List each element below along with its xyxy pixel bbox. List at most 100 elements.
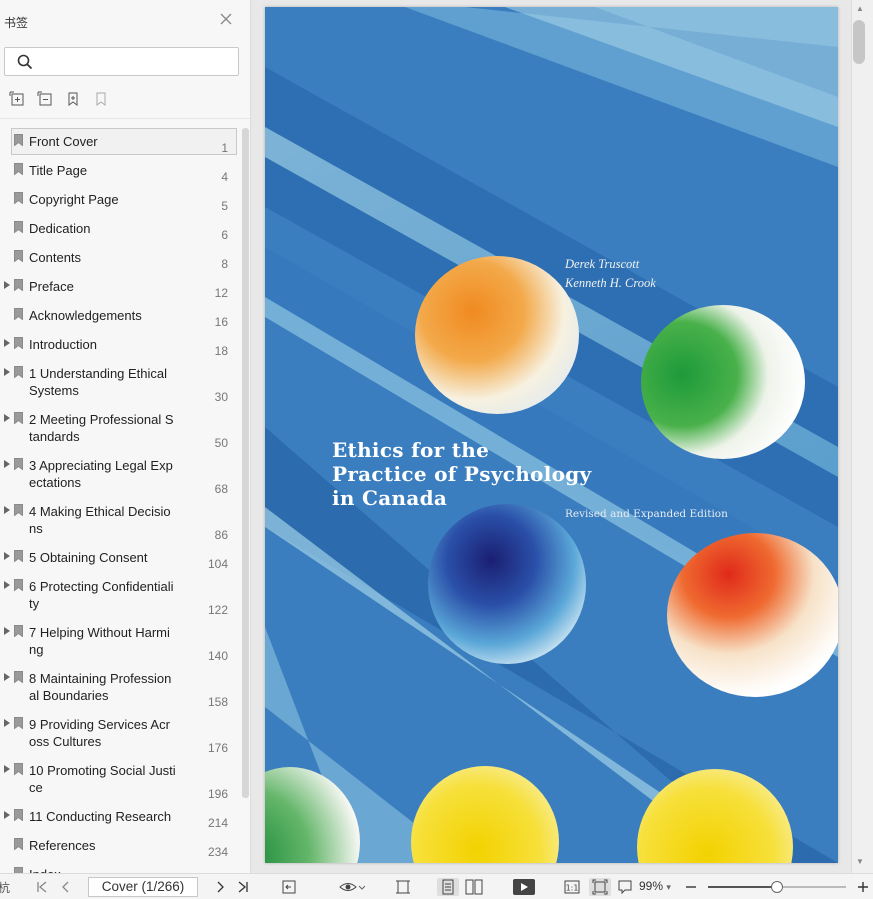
bookmark-item[interactable]: 11 Conducting Research 214 <box>0 803 240 832</box>
bookmark-label: 7 Helping Without Harmi ng <box>29 625 170 657</box>
bookmark-label: Acknowledgements <box>29 308 142 323</box>
zoom-tool-icon[interactable] <box>615 878 635 896</box>
bookmark-icon <box>14 163 23 175</box>
first-page-icon[interactable] <box>34 878 50 896</box>
remove-bookmark-icon[interactable] <box>92 90 110 108</box>
bookmark-item[interactable]: Copyright Page 5 <box>0 186 240 215</box>
actual-size-icon[interactable]: 1:1 <box>563 878 581 896</box>
bookmark-search-input[interactable] <box>41 52 231 72</box>
bookmark-search-box[interactable] <box>4 47 239 76</box>
bookmark-item[interactable]: Contents 8 <box>0 244 240 273</box>
bookmark-item[interactable]: 10 Promoting Social Justi ce 196 <box>0 757 240 803</box>
expand-arrow-icon[interactable] <box>4 339 10 347</box>
bookmark-icon <box>14 192 23 204</box>
single-page-icon[interactable] <box>437 878 459 896</box>
close-icon[interactable] <box>218 13 234 29</box>
expand-arrow-icon[interactable] <box>4 581 10 589</box>
zoom-slider-knob[interactable] <box>771 881 783 893</box>
scrollbar-thumb[interactable] <box>853 20 865 64</box>
exit-back-icon[interactable] <box>280 878 298 896</box>
bookmark-label: 10 Promoting Social Justi ce <box>29 763 176 795</box>
expand-arrow-icon[interactable] <box>4 811 10 819</box>
document-view: Derek Truscott Kenneth H. Crook Ethics f… <box>251 0 851 873</box>
eye-protection-icon[interactable] <box>338 878 366 896</box>
two-page-icon[interactable] <box>463 878 485 896</box>
bookmark-icon <box>14 308 23 320</box>
bookmark-page-number: 196 <box>207 787 228 801</box>
bookmark-label: 8 Maintaining Profession al Boundaries <box>29 671 172 703</box>
expand-arrow-icon[interactable] <box>4 673 10 681</box>
expand-all-icon[interactable] <box>8 90 26 108</box>
bookmark-page-number: 18 <box>214 344 228 358</box>
bookmark-item[interactable]: Introduction 18 <box>0 331 240 360</box>
bookmark-page-number: 12 <box>214 286 228 300</box>
bookmark-icon <box>14 763 23 775</box>
bookmark-item[interactable]: Preface 12 <box>0 273 240 302</box>
scroll-up-arrow-icon[interactable]: ▲ <box>856 4 864 13</box>
truncated-label: 杭 <box>0 880 11 895</box>
cover-authors: Derek Truscott Kenneth H. Crook <box>565 255 656 293</box>
expand-arrow-icon[interactable] <box>4 552 10 560</box>
bookmark-page-number: 176 <box>207 741 228 755</box>
bookmark-icon <box>14 504 23 516</box>
fit-width-icon[interactable] <box>394 878 412 896</box>
pdf-reader-window: 书签 Front Cover 1 Title Page 4 Copyright Page… <box>0 0 873 899</box>
bookmark-toolbar <box>8 90 110 110</box>
bookmark-item[interactable]: Index <box>0 861 240 873</box>
previous-page-icon[interactable] <box>58 878 74 896</box>
bookmark-page-number: 234 <box>207 845 228 859</box>
page-number-field[interactable]: Cover (1/266) <box>88 877 198 897</box>
status-toolbar: 杭 Cover (1/266) 1:1 99% ▾ <box>0 873 873 899</box>
expand-arrow-icon[interactable] <box>4 765 10 773</box>
bookmark-label: Copyright Page <box>29 192 119 207</box>
bookmark-item[interactable]: 4 Making Ethical Decisio ns 86 <box>0 498 240 544</box>
expand-arrow-icon[interactable] <box>4 414 10 422</box>
bookmark-item[interactable]: 7 Helping Without Harmi ng 140 <box>0 619 240 665</box>
zoom-out-icon[interactable] <box>684 878 698 896</box>
bookmark-label: 5 Obtaining Consent <box>29 550 148 565</box>
sidebar-scrollbar[interactable] <box>242 128 249 798</box>
bookmark-item[interactable]: 8 Maintaining Profession al Boundaries 15… <box>0 665 240 711</box>
bookmark-item[interactable]: Front Cover 1 <box>0 128 240 157</box>
expand-arrow-icon[interactable] <box>4 627 10 635</box>
add-bookmark-icon[interactable] <box>64 90 82 108</box>
zoom-in-icon[interactable] <box>856 878 870 896</box>
expand-arrow-icon[interactable] <box>4 506 10 514</box>
expand-arrow-icon[interactable] <box>4 368 10 376</box>
bookmark-label: Contents <box>29 250 82 265</box>
bookmark-item[interactable]: 3 Appreciating Legal Exp ectations 68 <box>0 452 240 498</box>
fit-page-icon[interactable] <box>589 878 611 896</box>
collapse-all-icon[interactable] <box>36 90 54 108</box>
bookmark-item[interactable]: Dedication 6 <box>0 215 240 244</box>
bookmark-page-number: 8 <box>221 257 228 271</box>
bookmark-label: Index <box>29 866 181 873</box>
play-slideshow-icon[interactable] <box>512 878 536 896</box>
bookmark-item[interactable]: References 234 <box>0 832 240 861</box>
bookmark-item[interactable]: 2 Meeting Professional S tandards 50 <box>0 406 240 452</box>
bookmark-icon <box>14 366 23 378</box>
bookmark-icon <box>14 250 23 262</box>
last-page-icon[interactable] <box>235 878 251 896</box>
scroll-down-arrow-icon[interactable]: ▼ <box>856 857 864 866</box>
zoom-level-dropdown[interactable]: 99% ▾ <box>639 879 671 893</box>
bookmark-item[interactable]: 6 Protecting Confidentiali ty 122 <box>0 573 240 619</box>
document-scrollbar[interactable]: ▲ ▼ <box>851 0 873 873</box>
bookmark-item[interactable]: 1 Understanding Ethical Systems 30 <box>0 360 240 406</box>
bookmark-item[interactable]: 5 Obtaining Consent 104 <box>0 544 240 573</box>
cover-artwork <box>265 7 838 863</box>
author-name: Derek Truscott <box>565 257 640 271</box>
svg-text:1:1: 1:1 <box>566 884 579 893</box>
expand-arrow-icon[interactable] <box>4 281 10 289</box>
bookmark-page-number: 86 <box>214 528 228 542</box>
bookmark-page-number: 122 <box>207 603 228 617</box>
bookmark-label: 4 Making Ethical Decisio ns <box>29 504 171 536</box>
bookmark-label: References <box>29 838 96 853</box>
search-icon <box>17 54 33 70</box>
next-page-icon[interactable] <box>212 878 228 896</box>
bookmark-item[interactable]: Acknowledgements 16 <box>0 302 240 331</box>
expand-arrow-icon[interactable] <box>4 719 10 727</box>
bookmark-item[interactable]: Title Page 4 <box>0 157 240 186</box>
bookmark-page-number: 6 <box>221 228 228 242</box>
bookmark-item[interactable]: 9 Providing Services Acr oss Cultures 176 <box>0 711 240 757</box>
expand-arrow-icon[interactable] <box>4 460 10 468</box>
